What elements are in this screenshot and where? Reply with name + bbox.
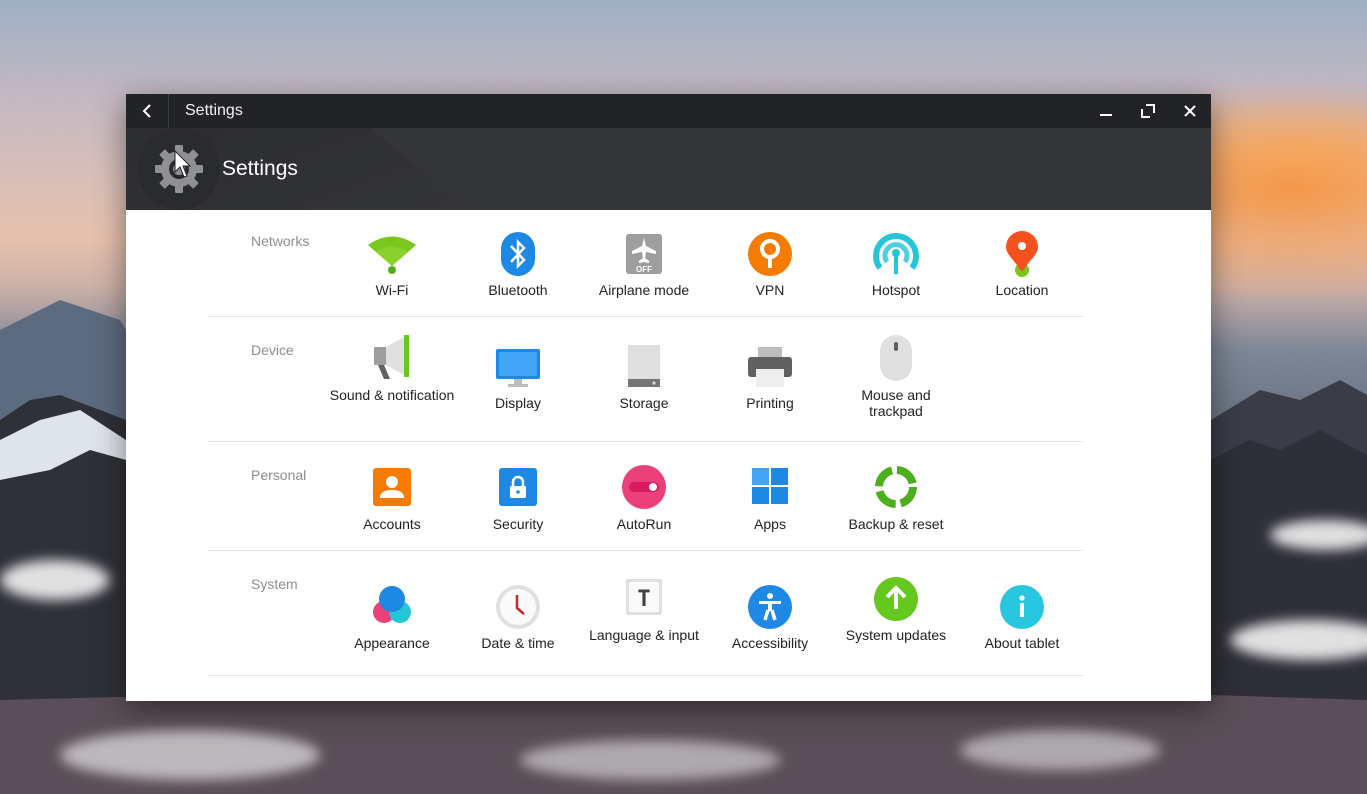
setting-autorun[interactable]: AutoRun bbox=[581, 462, 707, 532]
clock-icon bbox=[496, 585, 540, 629]
toggle-icon bbox=[622, 465, 666, 509]
window-title: Settings bbox=[185, 102, 243, 119]
setting-accounts[interactable]: Accounts bbox=[329, 462, 455, 532]
wifi-icon bbox=[368, 236, 416, 274]
mouse-cursor-icon bbox=[174, 150, 192, 178]
vpn-icon bbox=[748, 232, 792, 276]
section-label: System bbox=[251, 576, 298, 592]
setting-backup-reset[interactable]: Backup & reset bbox=[833, 462, 959, 532]
setting-label: Accounts bbox=[363, 516, 421, 532]
megaphone-icon bbox=[374, 335, 409, 379]
setting-apps[interactable]: Apps bbox=[707, 462, 833, 532]
setting-storage[interactable]: Storage bbox=[581, 341, 707, 411]
setting-printing[interactable]: Printing bbox=[707, 341, 833, 411]
setting-label: VPN bbox=[755, 282, 785, 298]
setting-label: Display bbox=[495, 395, 541, 411]
backup-icon bbox=[875, 466, 917, 508]
setting-location[interactable]: Location bbox=[959, 228, 1085, 298]
section-label: Networks bbox=[251, 233, 310, 249]
setting-sound-notification[interactable]: Sound & notification bbox=[329, 333, 455, 403]
setting-label: Bluetooth bbox=[488, 282, 548, 298]
section-label: Device bbox=[251, 342, 294, 358]
setting-appearance[interactable]: Appearance bbox=[329, 581, 455, 651]
app-header: Settings bbox=[126, 128, 1211, 210]
info-icon bbox=[1000, 585, 1044, 629]
monitor-icon bbox=[496, 349, 540, 387]
setting-label: Printing bbox=[746, 395, 794, 411]
setting-label: Storage bbox=[619, 395, 669, 411]
setting-airplane-mode[interactable]: OFF Airplane mode bbox=[581, 228, 707, 298]
back-button[interactable] bbox=[126, 94, 169, 128]
section-networks: Networks Wi-Fi Bluetooth OFF Airplane mo… bbox=[208, 210, 1083, 317]
setting-label: Backup & reset bbox=[848, 516, 944, 532]
printer-icon bbox=[748, 347, 792, 387]
page-title: Settings bbox=[222, 157, 298, 180]
setting-language-input[interactable]: T Language & input bbox=[581, 573, 707, 643]
setting-display[interactable]: Display bbox=[455, 341, 581, 411]
setting-label: Hotspot bbox=[871, 282, 921, 298]
setting-label: AutoRun bbox=[616, 516, 672, 532]
setting-label: Date & time bbox=[481, 635, 555, 651]
setting-vpn[interactable]: VPN bbox=[707, 228, 833, 298]
setting-wifi[interactable]: Wi-Fi bbox=[329, 228, 455, 298]
minimize-icon bbox=[1100, 114, 1112, 116]
maximize-icon bbox=[1141, 104, 1155, 118]
apps-grid-icon bbox=[752, 468, 788, 504]
airplane-mode-icon: OFF bbox=[626, 234, 662, 274]
bluetooth-icon bbox=[501, 232, 535, 276]
lock-icon bbox=[499, 468, 537, 506]
close-icon bbox=[1184, 105, 1196, 117]
chevron-left-icon bbox=[142, 104, 151, 118]
setting-label: Location bbox=[995, 282, 1049, 298]
setting-label: Appearance bbox=[354, 635, 430, 651]
airplane-off-badge: OFF bbox=[636, 265, 652, 274]
mouse-icon bbox=[880, 335, 912, 381]
minimize-button[interactable] bbox=[1085, 94, 1127, 128]
setting-label: Airplane mode bbox=[598, 282, 690, 298]
setting-label: Accessibility bbox=[731, 635, 809, 651]
setting-label: About tablet bbox=[984, 635, 1060, 651]
section-device: Device Sound & notification Display Stor… bbox=[208, 317, 1083, 442]
setting-label: Sound & notification bbox=[329, 387, 455, 403]
appearance-icon bbox=[373, 586, 411, 623]
setting-about-tablet[interactable]: About tablet bbox=[959, 581, 1085, 651]
setting-label: System updates bbox=[845, 627, 947, 643]
setting-bluetooth[interactable]: Bluetooth bbox=[455, 228, 581, 298]
section-label: Personal bbox=[251, 467, 307, 483]
settings-window: Settings Settings Networks Wi-Fi Bluetoo… bbox=[126, 94, 1211, 701]
setting-hotspot[interactable]: Hotspot bbox=[833, 228, 959, 298]
setting-mouse-trackpad[interactable]: Mouse and trackpad bbox=[833, 333, 959, 419]
close-button[interactable] bbox=[1169, 94, 1211, 128]
accessibility-icon bbox=[748, 585, 792, 629]
hotspot-icon bbox=[873, 233, 919, 274]
storage-icon bbox=[628, 345, 660, 387]
system-update-icon bbox=[874, 577, 918, 621]
setting-date-time[interactable]: Date & time bbox=[455, 581, 581, 651]
accounts-icon bbox=[373, 468, 411, 506]
section-personal: Personal Accounts Security AutoRun Apps … bbox=[208, 442, 1083, 551]
setting-accessibility[interactable]: Accessibility bbox=[707, 581, 833, 651]
language-glyph: T bbox=[637, 587, 650, 612]
setting-label: Language & input bbox=[589, 627, 699, 643]
location-icon bbox=[1006, 231, 1038, 277]
setting-label: Apps bbox=[754, 516, 786, 532]
language-icon: T bbox=[626, 579, 662, 615]
setting-security[interactable]: Security bbox=[455, 462, 581, 532]
setting-label: Wi-Fi bbox=[375, 282, 409, 298]
section-system: System Appearance Date & time T Language… bbox=[208, 551, 1083, 676]
title-bar: Settings bbox=[126, 94, 1211, 128]
maximize-button[interactable] bbox=[1127, 94, 1169, 128]
setting-label: Mouse and trackpad bbox=[861, 387, 931, 419]
setting-system-updates[interactable]: System updates bbox=[833, 573, 959, 643]
setting-label: Security bbox=[492, 516, 544, 532]
